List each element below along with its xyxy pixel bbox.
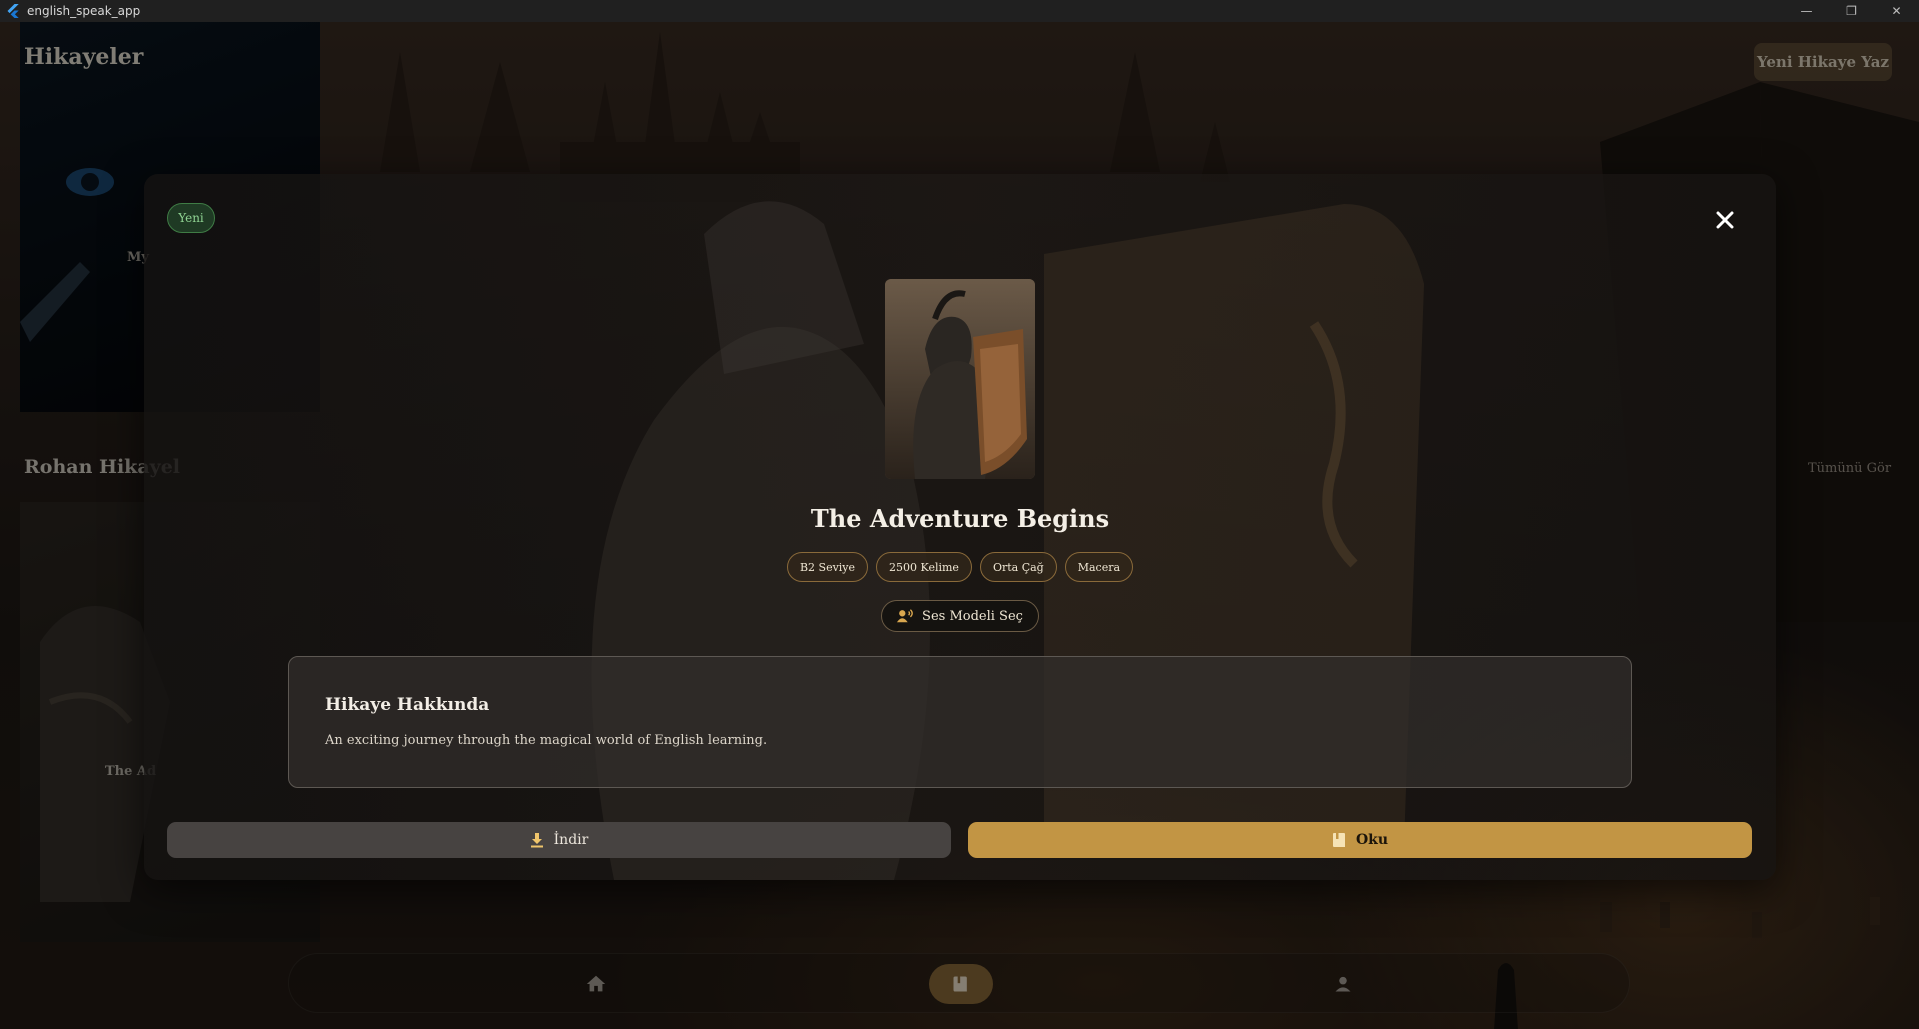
download-button[interactable]: İndir xyxy=(167,822,951,858)
tag-genre: Macera xyxy=(1064,552,1134,582)
book-icon xyxy=(1332,833,1345,847)
new-badge: Yeni xyxy=(167,203,215,233)
voice-model-button[interactable]: Ses Modeli Seç xyxy=(881,600,1039,632)
story-tags: B2 Seviye 2500 Kelime Orta Çağ Macera xyxy=(144,552,1776,582)
download-icon xyxy=(530,833,543,848)
window-controls: — ❐ ✕ xyxy=(1784,0,1919,22)
minimize-button[interactable]: — xyxy=(1784,0,1829,22)
story-title: The Adventure Begins xyxy=(810,504,1110,533)
window-titlebar: english_speak_app — ❐ ✕ xyxy=(0,0,1919,22)
story-cover-image xyxy=(885,279,1035,479)
close-modal-button[interactable] xyxy=(1712,207,1738,233)
read-label: Oku xyxy=(1355,832,1389,848)
flutter-logo-icon xyxy=(7,4,19,18)
story-detail-modal: Yeni The Adventure Begins B2 Seviye 2500 xyxy=(144,174,1776,880)
read-button[interactable]: Oku xyxy=(968,822,1752,858)
voice-select-wrapper: Ses Modeli Seç xyxy=(144,600,1776,632)
knight-cover-art xyxy=(885,279,1035,479)
about-section: Hikaye Hakkında An exciting journey thro… xyxy=(288,656,1632,788)
restore-button[interactable]: ❐ xyxy=(1829,0,1874,22)
window-title: english_speak_app xyxy=(27,4,141,18)
window-close-button[interactable]: ✕ xyxy=(1874,0,1919,22)
voice-person-icon xyxy=(896,609,913,623)
download-label: İndir xyxy=(553,832,589,848)
tag-word-count: 2500 Kelime xyxy=(876,552,972,582)
tag-level: B2 Seviye xyxy=(786,552,869,582)
close-icon xyxy=(1716,211,1734,229)
about-heading: Hikaye Hakkında xyxy=(325,695,490,715)
tag-era: Orta Çağ xyxy=(979,552,1057,582)
about-text: An exciting journey through the magical … xyxy=(325,733,768,748)
voice-model-label: Ses Modeli Seç xyxy=(922,608,1023,624)
